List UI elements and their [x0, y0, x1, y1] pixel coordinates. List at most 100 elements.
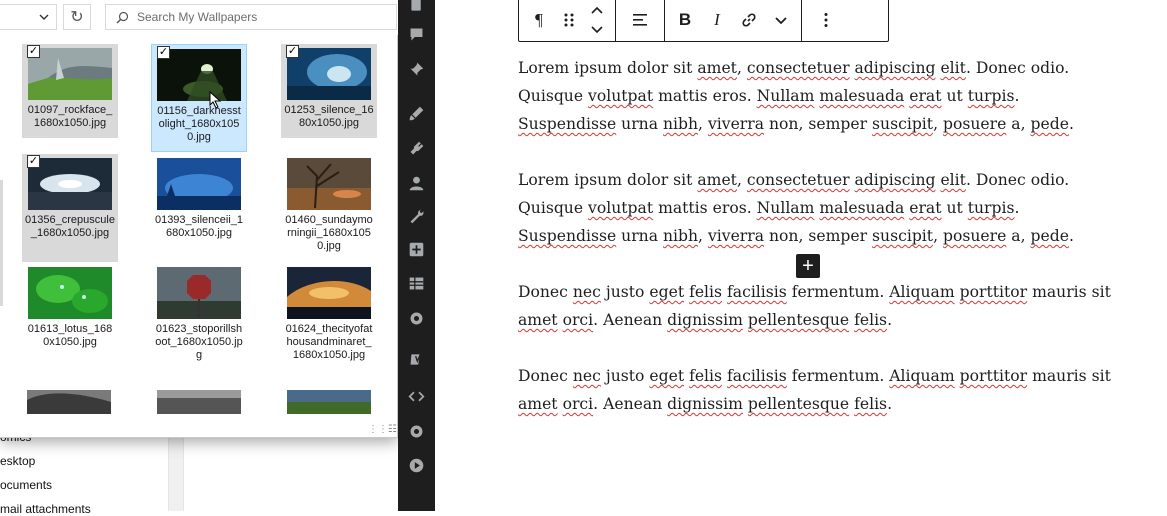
paragraph-block-button[interactable]: ¶ — [523, 0, 555, 41]
code-icon[interactable] — [407, 387, 426, 406]
path-dropdown-button[interactable] — [0, 4, 57, 30]
misspelled-word[interactable]: facilisis — [727, 367, 787, 385]
misspelled-word[interactable]: elit — [940, 171, 965, 189]
nav-item-email-attachments[interactable]: mail attachments — [0, 502, 91, 516]
misspelled-word[interactable]: amet — [697, 59, 737, 77]
misspelled-word[interactable]: viverra — [708, 227, 764, 245]
misspelled-word[interactable]: volutpat — [588, 199, 653, 217]
misspelled-word[interactable]: suscipit — [872, 227, 933, 245]
misspelled-word[interactable]: nec — [573, 367, 601, 385]
chevron-up-icon[interactable] — [588, 2, 606, 20]
misspelled-word[interactable]: erat — [909, 87, 941, 105]
brush-icon[interactable] — [407, 104, 426, 123]
misspelled-word[interactable]: dignissim — [667, 395, 743, 413]
pages-icon[interactable] — [407, 0, 426, 15]
checkbox-checked[interactable]: ✓ — [27, 45, 40, 58]
misspelled-word[interactable]: dignissim — [667, 311, 743, 329]
tools-icon[interactable] — [407, 207, 426, 226]
search-input[interactable] — [137, 10, 377, 24]
misspelled-word[interactable]: eget — [649, 283, 684, 301]
misspelled-word[interactable]: amet — [518, 311, 558, 329]
misspelled-word[interactable]: adipiscing — [855, 59, 936, 77]
misspelled-word[interactable]: porttitor — [960, 283, 1027, 301]
misspelled-word[interactable]: pellentesque — [748, 395, 849, 413]
misspelled-word[interactable]: nec — [573, 283, 601, 301]
misspelled-word[interactable]: nibh — [663, 227, 698, 245]
checkbox-checked[interactable]: ✓ — [286, 45, 299, 58]
file-tile[interactable]: 01460_sundaymorningii_1680x1050.jpg — [281, 154, 377, 262]
misspelled-word[interactable]: malesuada — [819, 87, 904, 105]
refresh-button[interactable]: ↻ — [63, 4, 91, 30]
misspelled-word[interactable]: turpis — [968, 87, 1015, 105]
paragraph-block[interactable]: Lorem ipsum dolor sit amet, consectetuer… — [518, 166, 1118, 250]
file-tile[interactable]: ✓ 01253_silence_1680x1050.jpg — [281, 44, 377, 138]
misspelled-word[interactable]: orci — [563, 395, 594, 413]
yoast-icon[interactable] — [407, 350, 426, 369]
block-inserter-button[interactable]: + — [796, 254, 820, 278]
link-icon[interactable] — [733, 0, 765, 41]
settings-icon[interactable] — [407, 309, 426, 328]
misspelled-word[interactable]: pellentesque — [748, 311, 849, 329]
align-left-icon[interactable] — [624, 0, 656, 41]
paragraph-block[interactable]: Lorem ipsum dolor sit amet, consectetuer… — [518, 54, 1118, 138]
table-icon[interactable] — [407, 274, 426, 293]
misspelled-word[interactable]: posuere — [943, 227, 1006, 245]
checkbox-checked[interactable]: ✓ — [27, 155, 40, 168]
file-tile-hovered[interactable]: ✓ 01156_darknesstolight_1680x1050.jpg — [151, 44, 247, 152]
misspelled-word[interactable]: elit — [940, 59, 965, 77]
misspelled-word[interactable]: viverra — [708, 115, 764, 133]
file-tile[interactable]: 01613_lotus_1680x1050.jpg — [22, 263, 118, 357]
misspelled-word[interactable]: orci — [563, 311, 594, 329]
misspelled-word[interactable]: facilisis — [727, 283, 787, 301]
file-tile[interactable]: ✓ 01356_crepuscule_1680x1050.jpg — [22, 154, 118, 262]
misspelled-word[interactable]: porttitor — [960, 367, 1027, 385]
misspelled-word[interactable]: Aliquam — [889, 283, 954, 301]
checkbox-checked[interactable]: ✓ — [157, 46, 170, 59]
misspelled-word[interactable]: Nullam — [757, 199, 815, 217]
misspelled-word[interactable]: eget — [649, 367, 684, 385]
file-tile[interactable]: 01623_stoporillshoot_1680x1050.jpg — [151, 263, 247, 371]
file-tile[interactable]: ✓ 01097_rockface_1680x1050.jpg — [22, 44, 118, 138]
misspelled-word[interactable]: Suspendisse — [518, 227, 616, 245]
misspelled-word[interactable]: consectetuer — [747, 59, 850, 77]
pin-icon[interactable] — [407, 60, 426, 79]
drag-handle-icon[interactable] — [555, 0, 583, 41]
misspelled-word[interactable]: amet — [697, 171, 737, 189]
misspelled-word[interactable]: consectetuer — [747, 171, 850, 189]
misspelled-word[interactable]: suscipit — [872, 115, 933, 133]
search-box[interactable] — [105, 4, 397, 30]
chevron-down-icon[interactable] — [588, 20, 606, 38]
nav-item-documents[interactable]: ocuments — [0, 478, 52, 492]
misspelled-word[interactable]: Nullam — [757, 87, 815, 105]
gear-icon[interactable] — [407, 422, 426, 441]
misspelled-word[interactable]: felis — [854, 311, 887, 329]
misspelled-word[interactable]: erat — [909, 199, 941, 217]
misspelled-word[interactable]: posuere — [943, 115, 1006, 133]
misspelled-word[interactable]: pede — [1031, 115, 1069, 133]
misspelled-word[interactable]: Suspendisse — [518, 115, 616, 133]
media-plus-icon[interactable] — [407, 240, 426, 259]
misspelled-word[interactable]: felis — [854, 395, 887, 413]
misspelled-word[interactable]: Aliquam — [889, 367, 954, 385]
paragraph-block[interactable]: Donec nec justo eget felis facilisis fer… — [518, 362, 1118, 418]
misspelled-word[interactable]: malesuada — [819, 199, 904, 217]
misspelled-word[interactable]: turpis — [968, 199, 1015, 217]
users-icon[interactable] — [407, 174, 426, 193]
file-tile[interactable]: 01393_silenceii_1680x1050.jpg — [151, 154, 247, 248]
more-formats-chevron-icon[interactable] — [765, 0, 797, 41]
misspelled-word[interactable]: amet — [518, 395, 558, 413]
paragraph-block[interactable]: Donec nec justo eget felis facilisis fer… — [518, 278, 1118, 334]
move-up-down-control[interactable] — [583, 0, 611, 41]
misspelled-word[interactable]: nibh — [663, 115, 698, 133]
file-tile[interactable]: 01624_thecityofathousandminaret_1680x105… — [281, 263, 377, 383]
misspelled-word[interactable]: felis — [689, 283, 722, 301]
italic-button[interactable]: I — [701, 0, 733, 41]
comments-icon[interactable] — [407, 25, 426, 44]
view-toggle-icon[interactable]: ⋮⋮☷ — [368, 424, 397, 435]
nav-item-desktop[interactable]: esktop — [0, 454, 35, 468]
more-options-icon[interactable] — [810, 0, 842, 41]
bold-button[interactable]: B — [669, 0, 701, 41]
play-icon[interactable] — [407, 456, 426, 475]
misspelled-word[interactable]: felis — [689, 367, 722, 385]
misspelled-word[interactable]: pede — [1031, 227, 1069, 245]
